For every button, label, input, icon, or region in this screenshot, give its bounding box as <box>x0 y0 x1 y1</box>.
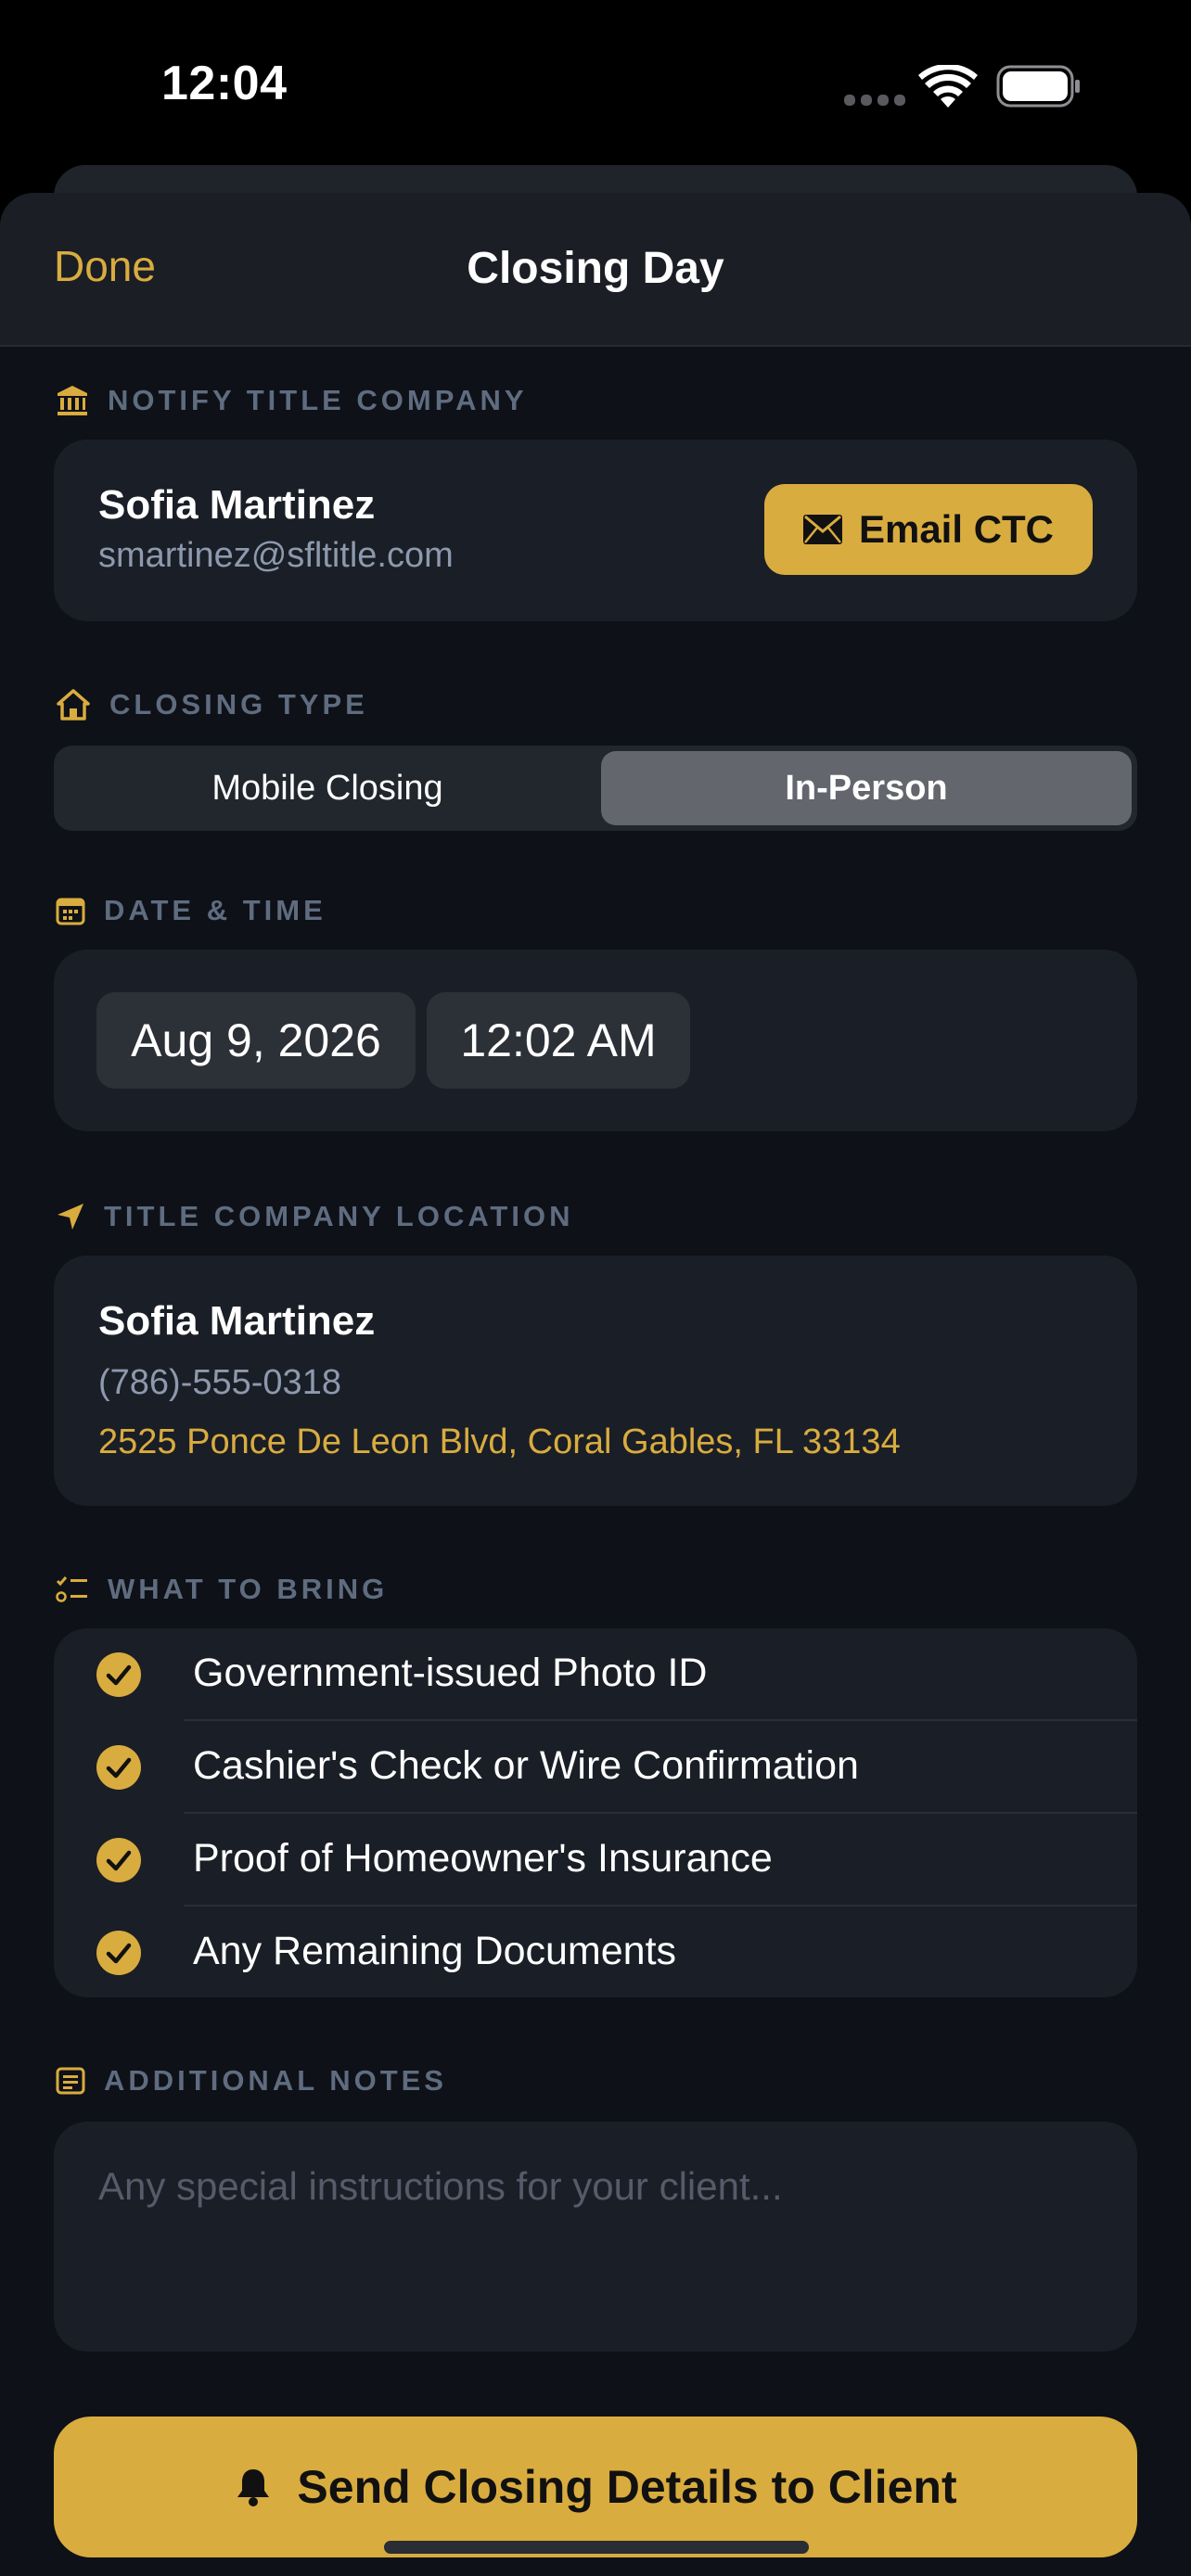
title-company-contact-card: Sofia Martinez smartinez@sfltitle.com Em… <box>54 440 1137 621</box>
section-title: WHAT TO BRING <box>108 1573 389 1605</box>
checkmark-circle-icon <box>96 1652 141 1697</box>
email-ctc-button[interactable]: Email CTC <box>764 484 1093 575</box>
battery-icon <box>996 65 1080 108</box>
contact-name: Sofia Martinez <box>98 482 376 528</box>
list-item[interactable]: Any Remaining Documents <box>54 1906 1137 1999</box>
section-title: DATE & TIME <box>104 894 327 926</box>
bank-icon <box>58 386 87 415</box>
note-icon <box>56 2067 85 2095</box>
wifi-icon <box>918 65 978 108</box>
date-time-card: Aug 9, 2026 12:02 AM <box>54 950 1137 1131</box>
what-to-bring-list: Government-issued Photo ID Cashier's Che… <box>54 1628 1137 1997</box>
home-indicator <box>384 2541 809 2554</box>
status-bar: 12:04 <box>0 0 1191 176</box>
list-item-label: Proof of Homeowner's Insurance <box>193 1836 773 1881</box>
section-header-notify: NOTIFY TITLE COMPANY <box>56 378 528 423</box>
section-header-location: TITLE COMPANY LOCATION <box>56 1194 574 1239</box>
location-address-link[interactable]: 2525 Ponce De Leon Blvd, Coral Gables, F… <box>98 1422 901 1462</box>
list-item-label: Any Remaining Documents <box>193 1929 677 1973</box>
envelope-icon <box>802 515 842 544</box>
email-ctc-label: Email CTC <box>858 507 1055 551</box>
date-picker[interactable]: Aug 9, 2026 <box>96 992 416 1089</box>
checkmark-circle-icon <box>96 1838 141 1882</box>
send-closing-details-label: Send Closing Details to Client <box>297 2461 957 2513</box>
section-header-closing-type: CLOSING TYPE <box>56 682 368 727</box>
closing-day-sheet: Done Closing Day NOTIFY TITLE COMPANY So… <box>0 193 1191 2576</box>
page-title: Closing Day <box>467 244 724 293</box>
navigation-bar: Done Closing Day <box>0 193 1191 347</box>
checkmark-circle-icon <box>96 1745 141 1790</box>
cellular-signal-icon <box>844 95 905 106</box>
closing-type-segmented-control: Mobile Closing In-Person <box>54 746 1137 831</box>
location-phone[interactable]: (786)-555-0318 <box>98 1363 341 1403</box>
status-time: 12:04 <box>161 57 288 110</box>
list-item[interactable]: Government-issued Photo ID <box>54 1628 1137 1721</box>
checkmark-circle-icon <box>96 1931 141 1975</box>
segment-mobile-closing[interactable]: Mobile Closing <box>59 751 596 825</box>
additional-notes-input[interactable] <box>96 2162 1093 2324</box>
time-picker[interactable]: 12:02 AM <box>427 992 690 1089</box>
section-title: NOTIFY TITLE COMPANY <box>108 384 528 416</box>
list-item-label: Cashier's Check or Wire Confirmation <box>193 1743 859 1788</box>
house-icon <box>57 689 90 721</box>
location-contact-name: Sofia Martinez <box>98 1298 376 1344</box>
section-title: ADDITIONAL NOTES <box>104 2064 447 2097</box>
section-header-additional-notes: ADDITIONAL NOTES <box>56 2059 447 2103</box>
calendar-icon <box>56 898 85 925</box>
list-item-label: Government-issued Photo ID <box>193 1651 708 1695</box>
section-title: CLOSING TYPE <box>109 688 368 721</box>
location-arrow-icon <box>58 1204 83 1230</box>
section-header-date-time: DATE & TIME <box>56 888 327 933</box>
list-item[interactable]: Proof of Homeowner's Insurance <box>54 1814 1137 1906</box>
section-title: TITLE COMPANY LOCATION <box>104 1200 574 1232</box>
bell-icon <box>237 2469 270 2506</box>
send-closing-details-button[interactable]: Send Closing Details to Client <box>54 2417 1137 2557</box>
additional-notes-card <box>54 2122 1137 2352</box>
section-header-what-to-bring: WHAT TO BRING <box>56 1567 388 1612</box>
contact-email: smartinez@sfltitle.com <box>98 536 454 575</box>
segment-in-person[interactable]: In-Person <box>601 751 1132 825</box>
checklist-icon <box>56 1576 87 1602</box>
title-company-location-card: Sofia Martinez (786)-555-0318 2525 Ponce… <box>54 1256 1137 1506</box>
list-item[interactable]: Cashier's Check or Wire Confirmation <box>54 1721 1137 1814</box>
